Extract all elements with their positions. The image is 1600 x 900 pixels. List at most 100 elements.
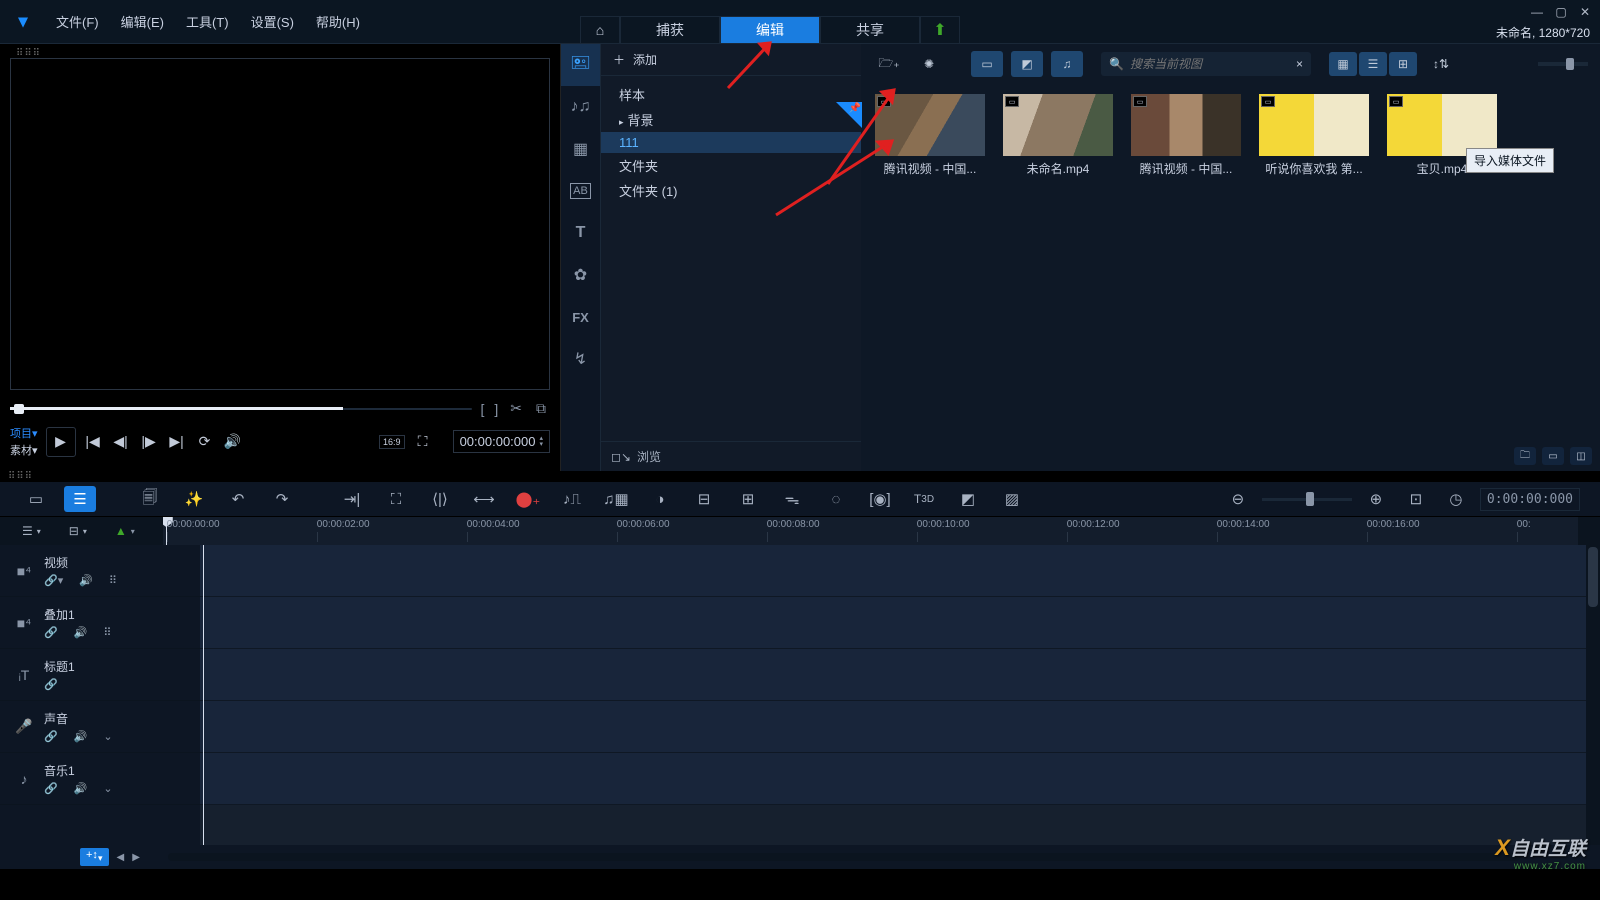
bottom-icon-2[interactable]: ▭ (1542, 447, 1564, 465)
browse-row[interactable]: ◻↘ 浏览 (601, 441, 861, 471)
view-thumb-button[interactable]: ▦ (1329, 52, 1357, 76)
thumb-item[interactable]: ▭ 腾讯视频 - 中国... (875, 94, 985, 177)
media-tab[interactable]: 🖭 (561, 44, 600, 86)
chevron-down-icon[interactable]: ⌄ (103, 730, 112, 743)
loop-button[interactable]: ⟳ (192, 429, 218, 455)
upload-tab[interactable]: ⬆ (920, 16, 960, 44)
fit-screen-button[interactable]: ⛶ (380, 486, 412, 512)
minimize-button[interactable]: — (1526, 4, 1548, 20)
splitter-grip[interactable]: ⠿⠿⠿ (0, 471, 1600, 481)
fx-dots-icon[interactable]: ⠿ (109, 574, 117, 587)
split-button[interactable]: ⟨|⟩ (424, 486, 456, 512)
link-icon[interactable]: 🔗 (44, 678, 58, 691)
fit-project-button[interactable]: ⊡ (1400, 486, 1432, 512)
mark-in-icon[interactable]: [ (478, 401, 486, 417)
timeline-view-button[interactable]: ☰ (64, 486, 96, 512)
folder-111[interactable]: 111 (601, 132, 861, 153)
thumb-item[interactable]: ▭ 听说你喜欢我 第... (1259, 94, 1369, 177)
scroll-left-button[interactable]: ◀ (117, 852, 125, 863)
add-track-button[interactable]: +↕▾ (80, 848, 109, 865)
track-video-header[interactable]: ■⁴ 视频 🔗▾🔊⠿ (0, 545, 200, 597)
title-tab[interactable]: AB (561, 170, 600, 212)
aspect-selector[interactable]: 16:9 (379, 435, 405, 449)
add-folder-label[interactable]: 添加 (633, 51, 657, 68)
path-tab[interactable]: ↯ (561, 338, 600, 380)
filter-audio-button[interactable]: ♫ (1051, 51, 1083, 77)
preview-timecode[interactable]: 00:00:00:000 ▴▾ (453, 430, 550, 453)
track-row[interactable] (200, 649, 1600, 701)
share-tab[interactable]: 共享 (820, 16, 920, 44)
menu-tools[interactable]: 工具(T) (176, 8, 239, 35)
zoom-knob[interactable] (1306, 492, 1314, 506)
mute-icon[interactable]: 🔊 (74, 626, 88, 639)
folder-plain[interactable]: 文件夹 (601, 153, 861, 178)
zoom-out-button[interactable]: ⊖ (1222, 486, 1254, 512)
menu-help[interactable]: 帮助(H) (306, 8, 370, 35)
multicam-button[interactable]: ⊟ (688, 486, 720, 512)
import-media-button[interactable]: 🗁₊ (873, 51, 905, 77)
chevron-down-icon[interactable]: ⌄ (103, 782, 112, 795)
track-row[interactable] (200, 753, 1600, 805)
batch-convert-button[interactable]: ✨ (178, 486, 210, 512)
mute-icon[interactable]: 🔊 (74, 782, 88, 795)
3d-title-button[interactable]: T3D (908, 486, 940, 512)
subtitle-button[interactable]: [◉] (864, 486, 896, 512)
filter-photo-button[interactable]: ◩ (1011, 51, 1043, 77)
marker-add-button[interactable]: ▲▾ (115, 524, 135, 538)
go-start-button[interactable]: |◀ (80, 429, 106, 455)
record-button[interactable]: ⬤₊ (512, 486, 544, 512)
crop-icon[interactable]: ⧉ (532, 400, 550, 417)
edit-tab[interactable]: 编辑 (720, 16, 820, 44)
redo-button[interactable]: ↷ (266, 486, 298, 512)
audio-tab[interactable]: ♪♫ (561, 86, 600, 128)
hscrollbar[interactable] (168, 853, 1520, 861)
track-row[interactable] (200, 701, 1600, 753)
menu-settings[interactable]: 设置(S) (241, 8, 304, 35)
folder-sample[interactable]: 样本 (601, 82, 861, 107)
auto-music-button[interactable]: ♫▦ (600, 486, 632, 512)
home-tab[interactable]: ⌂ (580, 16, 620, 44)
thumb-size-slider[interactable] (1538, 62, 1588, 66)
track-row[interactable] (200, 545, 1600, 597)
mute-icon[interactable]: 🔊 (74, 730, 88, 743)
track-title-header[interactable]: ᵢT 标题1 🔗 (0, 649, 200, 701)
track-music-header[interactable]: ♪ 音乐1 🔗🔊⌄ (0, 753, 200, 805)
undo-button[interactable]: ↶ (222, 486, 254, 512)
speed-button[interactable]: ᯓ (776, 486, 808, 512)
thumb-item[interactable]: ▭ 腾讯视频 - 中国... (1131, 94, 1241, 177)
mask-button[interactable]: ◑ (644, 486, 676, 512)
search-input[interactable] (1130, 57, 1290, 71)
filter-video-button[interactable]: ▭ (971, 51, 1003, 77)
mute-icon[interactable]: 🔊 (79, 574, 93, 587)
play-button[interactable]: ▶ (46, 427, 76, 457)
link-icon[interactable]: 🔗 (44, 626, 58, 639)
duration-button[interactable]: ◷ (1440, 486, 1472, 512)
view-grid-button[interactable]: ⊞ (1389, 52, 1417, 76)
enlarge-preview-icon[interactable]: ⛶ (413, 429, 433, 455)
track-manager-button[interactable]: ☰▾ (22, 524, 41, 538)
fx-tab[interactable]: FX (561, 296, 600, 338)
track-overlay-header[interactable]: ■⁴ 叠加1 🔗🔊⠿ (0, 597, 200, 649)
scrub-track[interactable] (10, 408, 472, 410)
view-list-button[interactable]: ☰ (1359, 52, 1387, 76)
scrub-handle[interactable] (14, 404, 24, 414)
overlay-tab[interactable]: ✿ (561, 254, 600, 296)
zoom-in-button[interactable]: ⊕ (1360, 486, 1392, 512)
pip-grid-button[interactable]: ⊞ (732, 486, 764, 512)
capture-option-button[interactable]: ✺ (913, 51, 945, 77)
show-all-tracks-button[interactable]: ⊟▾ (69, 524, 87, 538)
track-row[interactable] (200, 597, 1600, 649)
menu-file[interactable]: 文件(F) (46, 8, 109, 35)
timeline-timecode[interactable]: 0:00:00:000 (1480, 488, 1580, 511)
folder-1[interactable]: 文件夹 (1) (601, 178, 861, 203)
preview-viewport[interactable] (10, 58, 550, 390)
ripple-button[interactable]: ⇥| (336, 486, 368, 512)
undo-snapshot-button[interactable]: 🗐 (134, 486, 166, 512)
vscrollbar[interactable] (1586, 545, 1600, 845)
go-end-button[interactable]: ▶| (164, 429, 190, 455)
zoom-slider[interactable] (1262, 498, 1352, 501)
thumb-item[interactable]: ▭ 未命名.mp4 (1003, 94, 1113, 177)
scroll-right-button[interactable]: ▶ (132, 852, 140, 863)
link-icon[interactable]: 🔗▾ (44, 574, 63, 587)
audio-mixer-button[interactable]: ♪⎍ (556, 486, 588, 512)
